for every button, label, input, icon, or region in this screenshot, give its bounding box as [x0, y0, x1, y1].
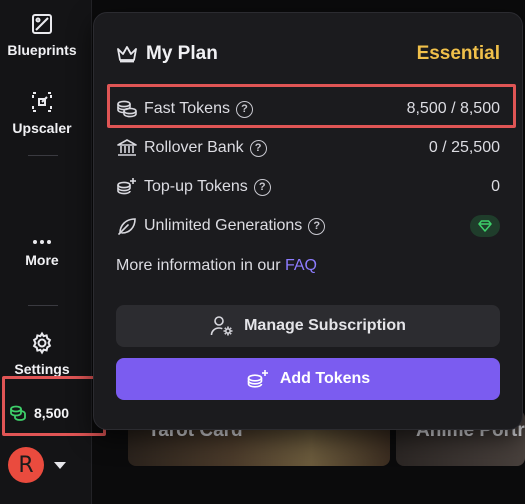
- manage-subscription-button[interactable]: Manage Subscription: [116, 305, 500, 347]
- row-value: 8,500 / 8,500: [406, 100, 500, 117]
- plan-title: My Plan: [146, 43, 218, 64]
- sidebar-item-label: Settings: [14, 361, 70, 377]
- token-balance-value: 8,500: [34, 405, 70, 421]
- plan-title-group: My Plan: [116, 43, 218, 65]
- plan-popup: My Plan Essential Fast Tokens ? 8,500 / …: [93, 12, 523, 430]
- plan-tier: Essential: [416, 43, 500, 64]
- sidebar-item-more[interactable]: More: [0, 238, 84, 268]
- sidebar-item-blueprints[interactable]: Blueprints: [0, 12, 84, 58]
- row-value: 0: [491, 178, 500, 195]
- leaf-icon: [118, 218, 136, 235]
- sidebar-item-upscaler[interactable]: Upscaler: [0, 90, 84, 136]
- sidebar-item-settings[interactable]: Settings: [0, 331, 84, 377]
- help-icon[interactable]: ?: [249, 139, 267, 157]
- crown-icon: [117, 46, 137, 63]
- sidebar-item-label: Blueprints: [7, 42, 77, 58]
- row-value: 0 / 25,500: [428, 139, 500, 156]
- manage-subscription-label: Manage Subscription: [244, 317, 406, 334]
- left-sidebar: Blueprints Upscaler More Settings 8,500: [0, 0, 106, 504]
- row-label: Top-up Tokens: [144, 178, 248, 195]
- plan-header: My Plan Essential: [116, 43, 500, 65]
- help-icon[interactable]: ?: [253, 178, 271, 196]
- chevron-down-icon[interactable]: [54, 461, 66, 469]
- more-dots-icon: [33, 240, 51, 244]
- gem-badge: [470, 215, 500, 237]
- coins-icon: [10, 405, 26, 421]
- sidebar-divider: [28, 155, 58, 156]
- sidebar-divider: [28, 305, 58, 306]
- coins-plus-icon: [117, 178, 136, 195]
- topup-tokens-row: Top-up Tokens ? 0: [116, 175, 500, 199]
- add-tokens-label: Add Tokens: [279, 370, 371, 387]
- help-icon[interactable]: ?: [235, 100, 253, 118]
- blueprints-icon: [32, 14, 52, 34]
- upscale-icon: [32, 92, 52, 112]
- coins-plus-icon: [247, 370, 268, 388]
- diamond-icon: [478, 220, 492, 232]
- token-balance-button[interactable]: 8,500: [8, 396, 69, 430]
- row-label: Rollover Bank: [144, 139, 244, 156]
- help-icon[interactable]: ?: [308, 217, 326, 235]
- sidebar-item-label: More: [25, 252, 59, 268]
- user-settings-icon: [210, 316, 233, 336]
- faq-link[interactable]: FAQ: [285, 257, 317, 274]
- bank-icon: [117, 139, 137, 156]
- unlimited-generations-row: Unlimited Generations ?: [116, 214, 500, 238]
- rollover-bank-row: Rollover Bank ? 0 / 25,500: [116, 136, 500, 160]
- add-tokens-button[interactable]: Add Tokens: [116, 358, 500, 400]
- gear-icon: [32, 331, 52, 355]
- avatar[interactable]: R: [8, 447, 44, 483]
- row-label: Fast Tokens: [144, 100, 230, 117]
- more-info-text: More information in our FAQ: [116, 257, 317, 275]
- coins-icon: [117, 100, 137, 118]
- sidebar-item-label: Upscaler: [12, 120, 72, 136]
- fast-tokens-row: Fast Tokens ? 8,500 / 8,500: [116, 97, 500, 121]
- row-label: Unlimited Generations: [144, 217, 303, 234]
- more-info-label: More information in our: [116, 257, 281, 274]
- account-menu[interactable]: R: [8, 447, 66, 483]
